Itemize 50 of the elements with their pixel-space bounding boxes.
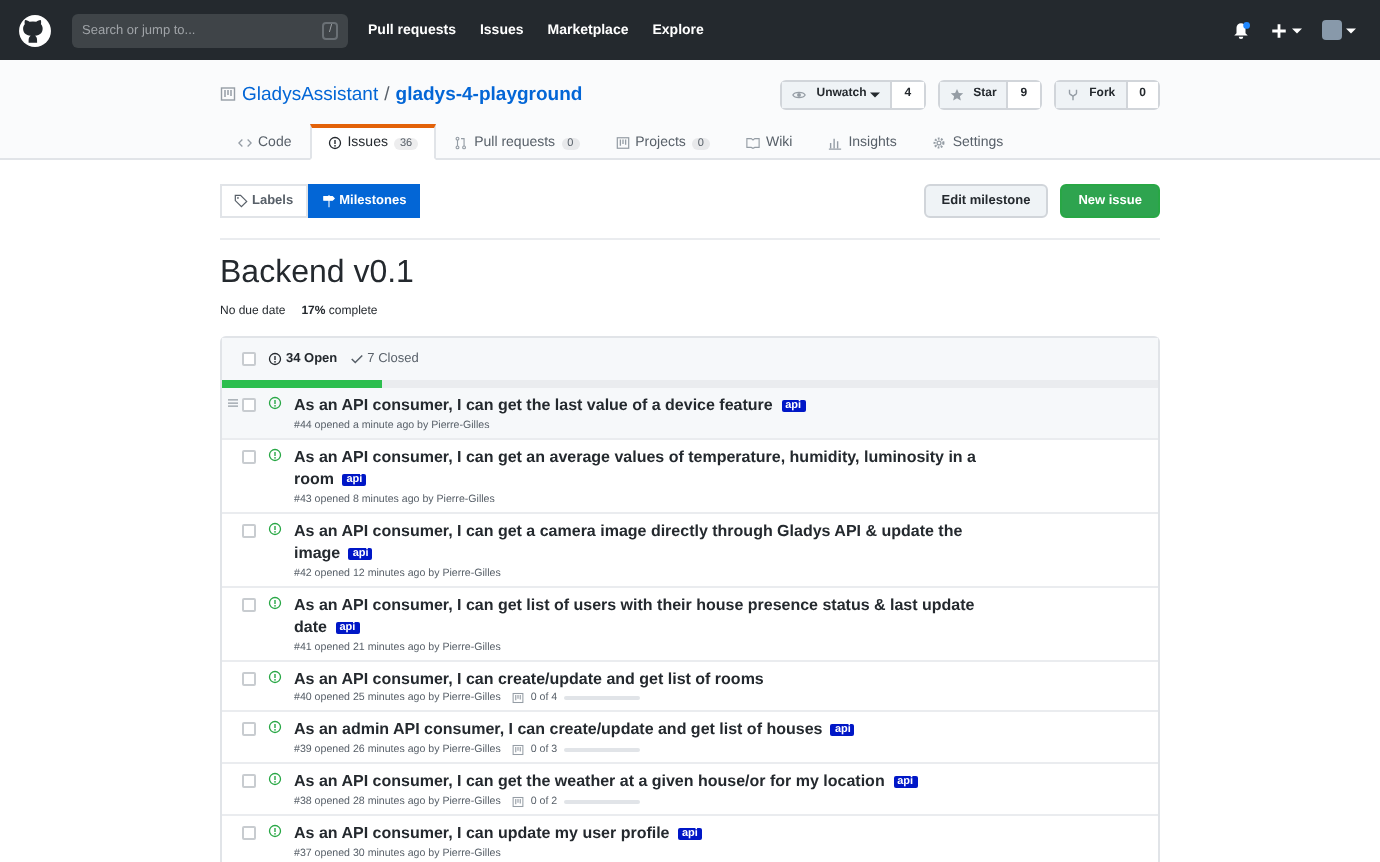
milestone-icon: [321, 194, 336, 208]
milestone-title: Backend v0.1: [220, 256, 416, 292]
issue-checkbox[interactable]: [242, 450, 256, 464]
caret-icon: [870, 89, 881, 99]
issue-checkbox[interactable]: [242, 398, 256, 412]
issue-checkbox[interactable]: [242, 826, 256, 840]
tag-icon: [234, 194, 248, 208]
repo-name-link[interactable]: gladys-4-playground: [395, 83, 583, 105]
cat-logo-icon[interactable]: [18, 13, 52, 47]
open-issue-icon: [268, 596, 282, 610]
issue-icon: [327, 136, 342, 150]
gear-icon: [932, 136, 947, 150]
fork-icon: [1065, 87, 1080, 101]
open-issue-icon: [268, 522, 282, 536]
open-issue-icon: [268, 824, 282, 838]
checklist-icon: [512, 744, 525, 756]
pr-icon: [454, 136, 469, 150]
project-icon: [615, 136, 630, 150]
caret-icon: [1292, 25, 1302, 35]
open-issue-icon: [268, 670, 282, 684]
issue-icon: [268, 352, 282, 366]
avatar: [1322, 20, 1342, 40]
caret-icon: [1346, 25, 1356, 35]
open-issue-icon: [268, 772, 282, 786]
checklist-icon: [512, 692, 525, 704]
checklist-icon: [512, 796, 525, 808]
issue-checkbox[interactable]: [242, 672, 256, 686]
eye-icon: [792, 87, 807, 101]
open-issue-icon: [268, 396, 282, 410]
create-menu-button[interactable]: [1270, 21, 1302, 39]
issue-checkbox[interactable]: [242, 598, 256, 612]
path-separator: /: [384, 83, 390, 105]
bell-icon[interactable]: [1232, 21, 1250, 39]
repo-icon: [220, 86, 236, 102]
wiki-icon: [745, 136, 760, 150]
drag-handle-icon[interactable]: [228, 398, 238, 408]
plus-icon: [1270, 21, 1288, 39]
select-all-checkbox[interactable]: [242, 352, 256, 366]
profile-menu-button[interactable]: [1322, 20, 1356, 40]
open-issue-icon: [268, 720, 282, 734]
issue-checkbox[interactable]: [242, 774, 256, 788]
issue-title[interactable]: As an API consumer, I can create/update and get list of rooms: [294, 668, 984, 690]
star-icon: [949, 87, 964, 101]
open-issue-icon: [268, 448, 282, 462]
graph-icon: [828, 136, 843, 150]
issue-checkbox[interactable]: [242, 524, 256, 538]
repo-owner-link[interactable]: GladysAssistant: [242, 83, 379, 105]
check-icon: [349, 352, 364, 366]
code-icon: [238, 136, 252, 150]
issue-checkbox[interactable]: [242, 722, 256, 736]
